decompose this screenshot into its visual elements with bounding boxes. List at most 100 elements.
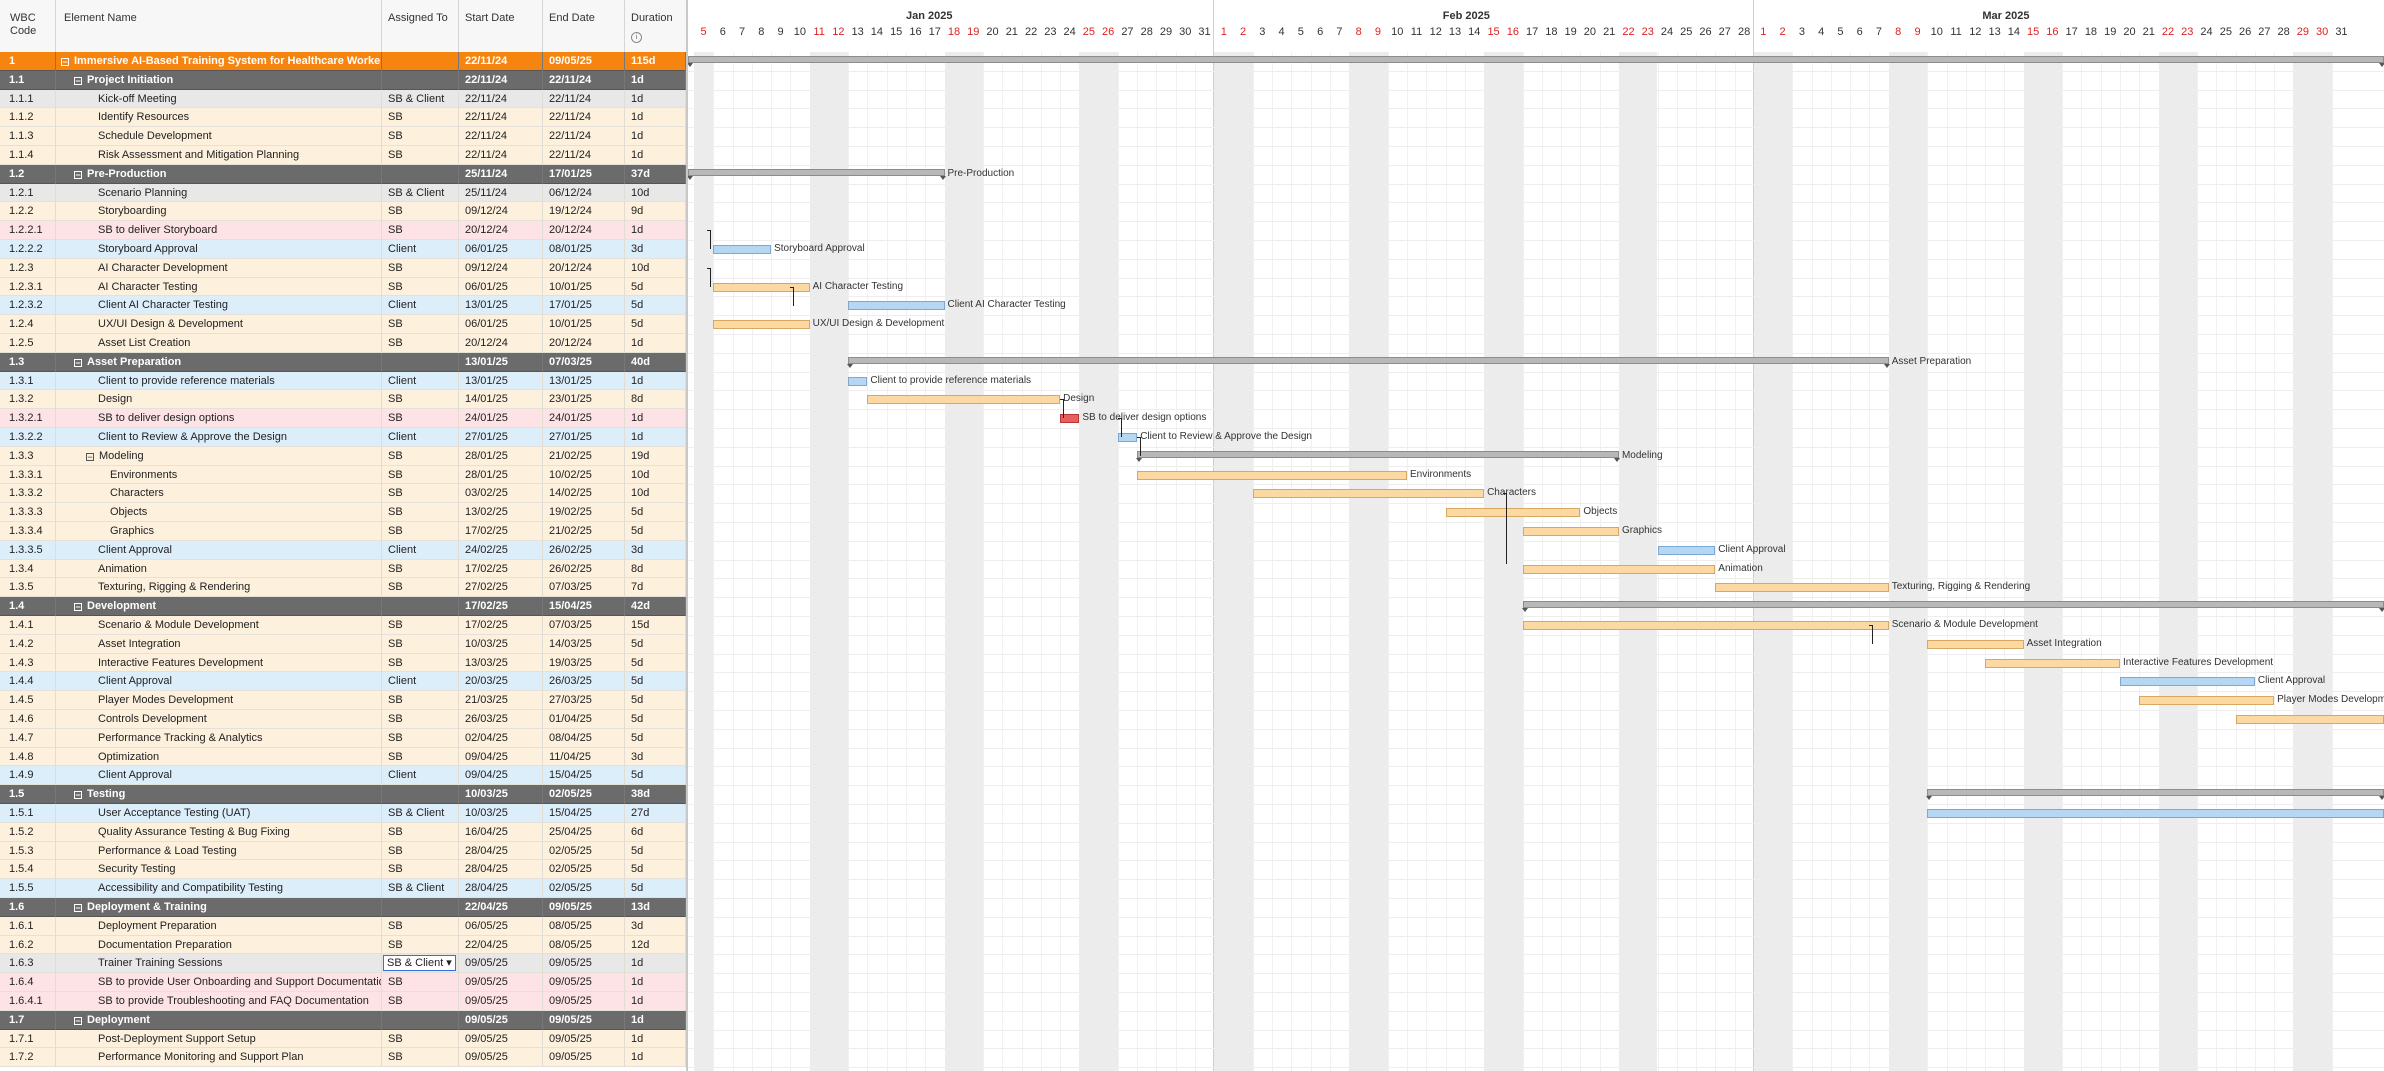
cell-assigned[interactable]: SB & Client ▾ bbox=[382, 954, 459, 974]
cell-code[interactable]: 1.3.3.2 bbox=[0, 484, 56, 504]
cell-name[interactable]: Design bbox=[56, 390, 382, 410]
cell-start[interactable]: 06/01/25 bbox=[459, 277, 543, 297]
cell-code[interactable]: 1.4.5 bbox=[0, 691, 56, 710]
cell-assigned[interactable]: SB bbox=[382, 277, 459, 297]
cell-dur[interactable]: 1d bbox=[625, 108, 686, 128]
cell-end[interactable]: 26/02/25 bbox=[543, 559, 625, 579]
cell-dur[interactable]: 1d bbox=[625, 334, 686, 353]
gantt-bar[interactable] bbox=[1521, 601, 2384, 613]
cell-name[interactable]: Player Modes Development bbox=[56, 691, 382, 710]
task-row[interactable]: 1.7.1 Post-Deployment Support Setup SB 09/0… bbox=[0, 1029, 686, 1049]
gantt-bar[interactable] bbox=[1522, 621, 1889, 630]
gantt-bar[interactable] bbox=[1715, 583, 1889, 593]
cell-code[interactable]: 1.1.4 bbox=[0, 146, 56, 165]
gantt-bar[interactable] bbox=[1657, 545, 1716, 555]
cell-start[interactable]: 06/01/25 bbox=[459, 315, 543, 334]
cell-start[interactable]: 02/04/25 bbox=[459, 728, 543, 748]
gantt-bar[interactable] bbox=[848, 376, 868, 386]
cell-assigned[interactable]: SB bbox=[382, 616, 459, 635]
chevron-down-icon[interactable]: ▾ bbox=[443, 957, 452, 969]
cell-start[interactable]: 09/05/25 bbox=[459, 1010, 543, 1030]
cell-code[interactable]: 1.4.7 bbox=[0, 728, 56, 748]
cell-name[interactable]: Objects bbox=[56, 503, 382, 522]
cell-name[interactable]: SB to provide Troubleshooting and FAQ Do… bbox=[56, 992, 382, 1011]
cell-end[interactable]: 02/05/25 bbox=[543, 879, 625, 898]
cell-assigned[interactable]: SB bbox=[382, 503, 459, 522]
cell-code[interactable]: 1.5.2 bbox=[0, 822, 56, 842]
cell-name[interactable]: Storyboarding bbox=[56, 202, 382, 222]
cell-end[interactable]: 09/05/25 bbox=[543, 1029, 625, 1049]
cell-assigned[interactable]: SB bbox=[382, 127, 459, 146]
cell-code[interactable]: 1.3.2.2 bbox=[0, 428, 56, 447]
cell-start[interactable]: 22/11/24 bbox=[459, 127, 543, 146]
cell-name[interactable]: AI Character Development bbox=[56, 258, 382, 278]
cell-dur[interactable]: 5d bbox=[625, 315, 686, 334]
cell-end[interactable]: 23/01/25 bbox=[543, 390, 625, 410]
cell-code[interactable]: 1.3.3.1 bbox=[0, 465, 56, 485]
cell-dur[interactable]: 1d bbox=[625, 70, 686, 90]
cell-code[interactable]: 1.6.3 bbox=[0, 954, 56, 974]
cell-name[interactable]: Performance Monitoring and Support Plan bbox=[56, 1048, 382, 1068]
cell-code[interactable]: 1.3.3.5 bbox=[0, 540, 56, 560]
cell-start[interactable]: 17/02/25 bbox=[459, 616, 543, 635]
gantt-bar[interactable] bbox=[2119, 677, 2255, 687]
cell-dur[interactable]: 1d bbox=[625, 973, 686, 992]
cell-name[interactable]: − Pre-Production bbox=[56, 164, 382, 184]
cell-assigned[interactable]: SB bbox=[382, 315, 459, 334]
cell-name[interactable]: − Development bbox=[56, 597, 382, 616]
cell-assigned[interactable]: SB bbox=[382, 841, 459, 861]
cell-start[interactable]: 09/05/25 bbox=[459, 992, 543, 1011]
cell-code[interactable]: 1.4.1 bbox=[0, 616, 56, 635]
cell-end[interactable]: 02/05/25 bbox=[543, 785, 625, 804]
cell-name[interactable]: Accessibility and Compatibility Testing bbox=[56, 879, 382, 898]
cell-start[interactable]: 13/01/25 bbox=[459, 296, 543, 316]
task-row[interactable]: 1.4.7 Performance Tracking & Analytics SB 0… bbox=[0, 728, 686, 748]
cell-code[interactable]: 1.3.2 bbox=[0, 390, 56, 410]
cell-code[interactable]: 1.4 bbox=[0, 597, 56, 616]
cell-start[interactable]: 22/04/25 bbox=[459, 935, 543, 955]
cell-start[interactable]: 28/01/25 bbox=[459, 465, 543, 485]
gantt-bar[interactable] bbox=[713, 320, 810, 330]
cell-code[interactable]: 1.4.2 bbox=[0, 634, 56, 654]
cell-assigned[interactable]: SB bbox=[382, 653, 459, 673]
task-row[interactable]: 1.1.3 Schedule Development SB 22/11/24 22/11… bbox=[0, 127, 686, 146]
task-row[interactable]: 1.4.9 Client Approval Client 09/04/25 15/04/… bbox=[0, 766, 686, 786]
cell-end[interactable]: 09/05/25 bbox=[543, 1048, 625, 1068]
cell-code[interactable]: 1.6.4 bbox=[0, 973, 56, 992]
cell-assigned[interactable]: SB bbox=[382, 484, 459, 504]
task-row[interactable]: 1.3.3.3 Objects SB 13/02/25 19/02/25 5d bbox=[0, 503, 686, 522]
cell-name[interactable]: Optimization bbox=[56, 747, 382, 767]
cell-start[interactable]: 22/04/25 bbox=[459, 898, 543, 917]
cell-end[interactable]: 20/12/24 bbox=[543, 258, 625, 278]
cell-dur[interactable]: 5d bbox=[625, 728, 686, 748]
cell-assigned[interactable]: SB bbox=[382, 728, 459, 748]
cell-code[interactable]: 1.3.4 bbox=[0, 559, 56, 579]
cell-name[interactable]: Client to provide reference materials bbox=[56, 371, 382, 391]
cell-assigned[interactable]: SB bbox=[382, 634, 459, 654]
cell-code[interactable]: 1.1.1 bbox=[0, 89, 56, 109]
collapse-toggle-icon[interactable]: − bbox=[74, 358, 82, 367]
task-row[interactable]: 1.2.3.2 Client AI Character Testing Client… bbox=[0, 296, 686, 316]
task-row[interactable]: 1.2.1 Scenario Planning SB & Client 25/11/2… bbox=[0, 183, 686, 203]
cell-end[interactable]: 08/05/25 bbox=[543, 916, 625, 936]
cell-end[interactable]: 10/01/25 bbox=[543, 315, 625, 334]
cell-dur[interactable]: 1d bbox=[625, 992, 686, 1011]
cell-start[interactable]: 10/03/25 bbox=[459, 785, 543, 804]
cell-code[interactable]: 1.4.8 bbox=[0, 747, 56, 767]
cell-end[interactable]: 08/04/25 bbox=[543, 728, 625, 748]
cell-assigned[interactable]: SB bbox=[382, 522, 459, 541]
cell-dur[interactable]: 1d bbox=[625, 127, 686, 146]
cell-dur[interactable]: 3d bbox=[625, 747, 686, 767]
cell-assigned[interactable]: SB bbox=[382, 822, 459, 842]
gantt-bar[interactable] bbox=[1522, 564, 1716, 574]
cell-assigned[interactable]: SB bbox=[382, 559, 459, 579]
cell-dur[interactable]: 42d bbox=[625, 597, 686, 616]
task-row[interactable]: 1.5.2 Quality Assurance Testing & Bug Fix… bbox=[0, 822, 686, 842]
cell-dur[interactable]: 5d bbox=[625, 296, 686, 316]
cell-assigned[interactable] bbox=[382, 52, 459, 71]
cell-dur[interactable]: 27d bbox=[625, 804, 686, 823]
cell-name[interactable]: − Deployment bbox=[56, 1010, 382, 1030]
collapse-toggle-icon[interactable]: − bbox=[74, 791, 82, 800]
cell-end[interactable]: 06/12/24 bbox=[543, 183, 625, 203]
cell-dur[interactable]: 10d bbox=[625, 258, 686, 278]
